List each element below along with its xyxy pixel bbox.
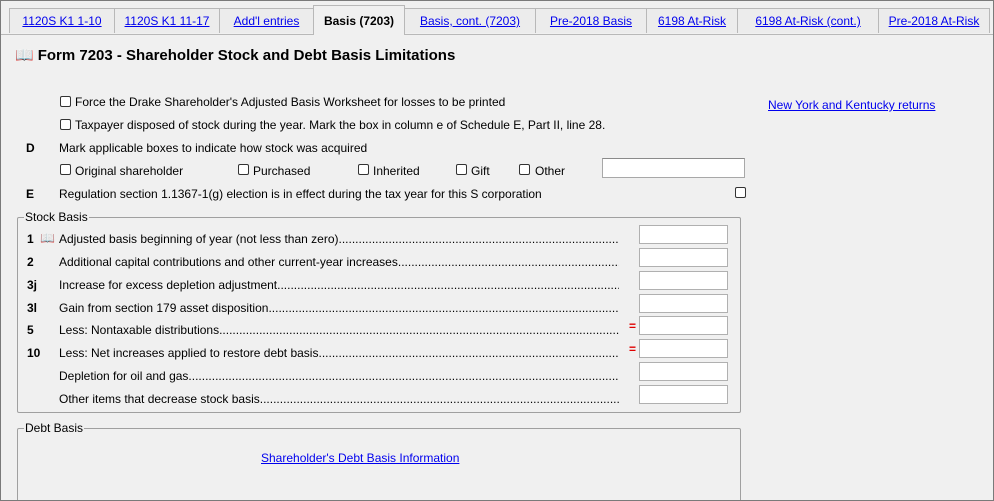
line-5-input[interactable]: [639, 316, 728, 335]
gift-label: Gift: [471, 164, 490, 178]
tab-basis-cont-7203[interactable]: Basis, cont. (7203): [404, 8, 536, 33]
purchased-checkbox[interactable]: [238, 164, 249, 175]
stock-basis-group: [17, 217, 741, 413]
page-title-text: Form 7203 - Shareholder Stock and Debt B…: [37, 47, 456, 64]
debt-basis-legend: Debt Basis: [24, 421, 85, 435]
line-5-number: 5: [27, 323, 34, 337]
tab-bar: 1120S K1 1-10 1120S K1 11-17 Add'l entri…: [1, 1, 993, 35]
section-1367-election-checkbox[interactable]: [735, 187, 746, 198]
depletion-oil-gas-input[interactable]: [639, 362, 728, 381]
line-1-input[interactable]: [639, 225, 728, 244]
line-10-number: 10: [27, 346, 41, 360]
line-3j-input[interactable]: [639, 271, 728, 290]
line-5-label-text: Less: Nontaxable distributions: [59, 323, 220, 337]
page-title: 📖 Form 7203 - Shareholder Stock and Debt …: [15, 46, 455, 64]
tab-6198-at-risk-cont[interactable]: 6198 At-Risk (cont.): [737, 8, 879, 33]
other-description-input[interactable]: [602, 158, 745, 178]
force-worksheet-checkbox[interactable]: [60, 96, 71, 107]
inherited-label: Inherited: [373, 164, 420, 178]
line-3l-input[interactable]: [639, 294, 728, 313]
debt-basis-info-link[interactable]: Shareholder's Debt Basis Information: [261, 451, 459, 465]
line-2-label-text: Additional capital contributions and oth…: [59, 255, 398, 269]
tab-basis-7203[interactable]: Basis (7203): [313, 5, 405, 35]
line-e-letter: E: [26, 187, 35, 201]
other-checkbox[interactable]: [519, 164, 530, 175]
disposed-stock-checkbox[interactable]: [60, 119, 71, 130]
depletion-oil-gas-label-text: Depletion for oil and gas: [59, 369, 189, 383]
tab-pre-2018-basis[interactable]: Pre-2018 Basis: [535, 8, 647, 33]
tab-pre-2018-at-risk[interactable]: Pre-2018 At-Risk: [878, 8, 990, 33]
book-icon[interactable]: 📖: [15, 47, 34, 64]
original-shareholder-checkbox[interactable]: [60, 164, 71, 175]
book-icon[interactable]: 📖: [40, 231, 55, 245]
force-worksheet-label: Force the Drake Shareholder's Adjusted B…: [75, 95, 506, 109]
line-3l-label-text: Gain from section 179 asset disposition: [59, 301, 269, 315]
line-10-input[interactable]: [639, 339, 728, 358]
line-1-label-text: Adjusted basis beginning of year (not le…: [59, 232, 339, 246]
form-window: 1120S K1 1-10 1120S K1 11-17 Add'l entri…: [0, 0, 994, 501]
line-2-label: Additional capital contributions and oth…: [59, 255, 619, 269]
line-d-label: Mark applicable boxes to indicate how st…: [59, 141, 368, 155]
other-decrease-items-label: Other items that decrease stock basis: [59, 392, 619, 406]
disposed-stock-label: Taxpayer disposed of stock during the ye…: [75, 118, 606, 132]
line-5-adjustment-marker: =: [629, 319, 637, 333]
original-shareholder-label: Original shareholder: [75, 164, 184, 178]
other-decrease-items-input[interactable]: [639, 385, 728, 404]
line-3l-number: 3l: [27, 301, 38, 315]
line-5-label: Less: Nontaxable distributions: [59, 323, 619, 337]
depletion-oil-gas-label: Depletion for oil and gas: [59, 369, 619, 383]
gift-checkbox[interactable]: [456, 164, 467, 175]
tab-1120s-k1-11-17[interactable]: 1120S K1 11-17: [114, 8, 220, 33]
tab-addl-entries[interactable]: Add'l entries: [219, 8, 314, 33]
line-d-letter: D: [26, 141, 35, 155]
stock-basis-legend: Stock Basis: [24, 210, 89, 224]
other-label: Other: [535, 164, 566, 178]
tab-1120s-k1-1-10[interactable]: 1120S K1 1-10: [9, 8, 115, 33]
line-1-label: Adjusted basis beginning of year (not le…: [59, 232, 619, 246]
line-3j-number: 3j: [27, 278, 38, 292]
line-2-number: 2: [27, 255, 34, 269]
line-2-input[interactable]: [639, 248, 728, 267]
line-e-label: Regulation section 1.1367-1(g) election …: [59, 187, 542, 201]
purchased-label: Purchased: [253, 164, 311, 178]
line-3j-label: Increase for excess depletion adjustment: [59, 278, 619, 292]
tab-6198-at-risk[interactable]: 6198 At-Risk: [646, 8, 738, 33]
line-3l-label: Gain from section 179 asset disposition: [59, 301, 619, 315]
line-1-number: 1: [27, 232, 34, 246]
ny-ky-returns-link[interactable]: New York and Kentucky returns: [768, 98, 935, 112]
other-decrease-items-label-text: Other items that decrease stock basis: [59, 392, 260, 406]
line-10-label-text: Less: Net increases applied to restore d…: [59, 346, 319, 360]
line-3j-label-text: Increase for excess depletion adjustment: [59, 278, 278, 292]
inherited-checkbox[interactable]: [358, 164, 369, 175]
line-10-label: Less: Net increases applied to restore d…: [59, 346, 619, 360]
line-10-adjustment-marker: =: [629, 342, 637, 356]
